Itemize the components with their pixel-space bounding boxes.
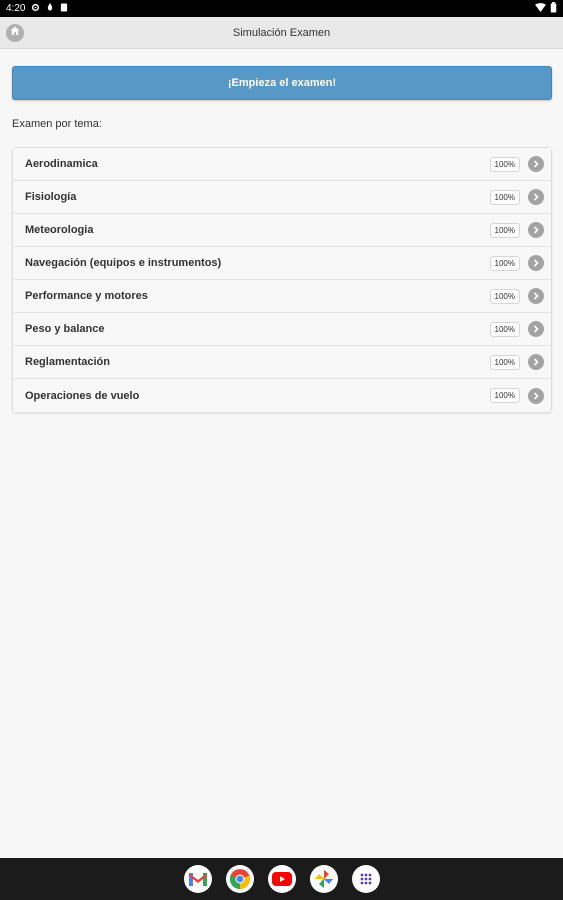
chevron-right-icon[interactable] (528, 321, 544, 337)
topic-row-peso-balance[interactable]: Peso y balance 100% (13, 313, 551, 346)
status-time: 4:20 (6, 3, 26, 14)
start-exam-button[interactable]: ¡Empieza el examen! (12, 66, 552, 100)
wifi-icon (535, 2, 546, 15)
chevron-right-icon[interactable] (528, 255, 544, 271)
section-label: Examen por tema: (12, 118, 102, 130)
notification-icon (46, 2, 54, 15)
app-drawer-icon[interactable] (351, 865, 380, 893)
topic-row-performance[interactable]: Performance y motores 100% (13, 280, 551, 313)
score-badge: 100% (489, 288, 520, 304)
topic-row-reglamentacion[interactable]: Reglamentación 100% (13, 346, 551, 379)
chevron-right-icon[interactable] (528, 189, 544, 205)
chevron-right-icon[interactable] (528, 222, 544, 238)
topic-row-meteorologia[interactable]: Meteorologia 100% (13, 214, 551, 247)
topic-label: Performance y motores (25, 290, 148, 302)
topic-row-navegacion[interactable]: Navegación (equipos e instrumentos) 100% (13, 247, 551, 280)
page-title: Simulación Examen (232, 26, 331, 39)
chevron-right-icon[interactable] (528, 156, 544, 172)
chevron-right-icon[interactable] (528, 387, 544, 404)
topic-label: Meteorologia (25, 224, 94, 236)
youtube-icon[interactable] (267, 865, 296, 893)
topic-label: Fisiología (25, 191, 77, 203)
home-icon (9, 24, 21, 42)
app-dock (0, 858, 563, 900)
topic-row-fisiologia[interactable]: Fisiología 100% (13, 181, 551, 214)
topic-label: Aerodinamica (25, 158, 98, 170)
storage-icon (60, 2, 68, 15)
topic-label: Reglamentación (25, 356, 110, 368)
topic-label: Navegación (equipos e instrumentos) (25, 257, 222, 269)
score-badge: 100% (489, 321, 520, 337)
chevron-right-icon[interactable] (528, 354, 544, 370)
score-badge: 100% (489, 354, 520, 370)
score-badge: 100% (489, 388, 520, 403)
status-bar: 4:20 (0, 0, 563, 17)
battery-icon (550, 1, 557, 16)
app-header: Simulación Examen (0, 17, 563, 49)
score-badge: 100% (489, 189, 520, 205)
chevron-right-icon[interactable] (528, 288, 544, 304)
score-badge: 100% (489, 222, 520, 238)
gmail-icon[interactable] (183, 865, 212, 893)
photos-icon[interactable] (309, 865, 338, 893)
chrome-icon[interactable] (225, 865, 254, 893)
topic-list: Aerodinamica 100% Fisiología 100% Meteor… (12, 147, 552, 413)
home-button[interactable] (6, 24, 24, 42)
topic-row-operaciones[interactable]: Operaciones de vuelo 100% (13, 379, 551, 412)
score-badge: 100% (489, 255, 520, 271)
topic-label: Peso y balance (25, 323, 105, 335)
topic-label: Operaciones de vuelo (25, 389, 140, 402)
settings-icon (31, 3, 40, 15)
topic-row-aerodinamica[interactable]: Aerodinamica 100% (13, 148, 551, 181)
score-badge: 100% (489, 156, 520, 172)
